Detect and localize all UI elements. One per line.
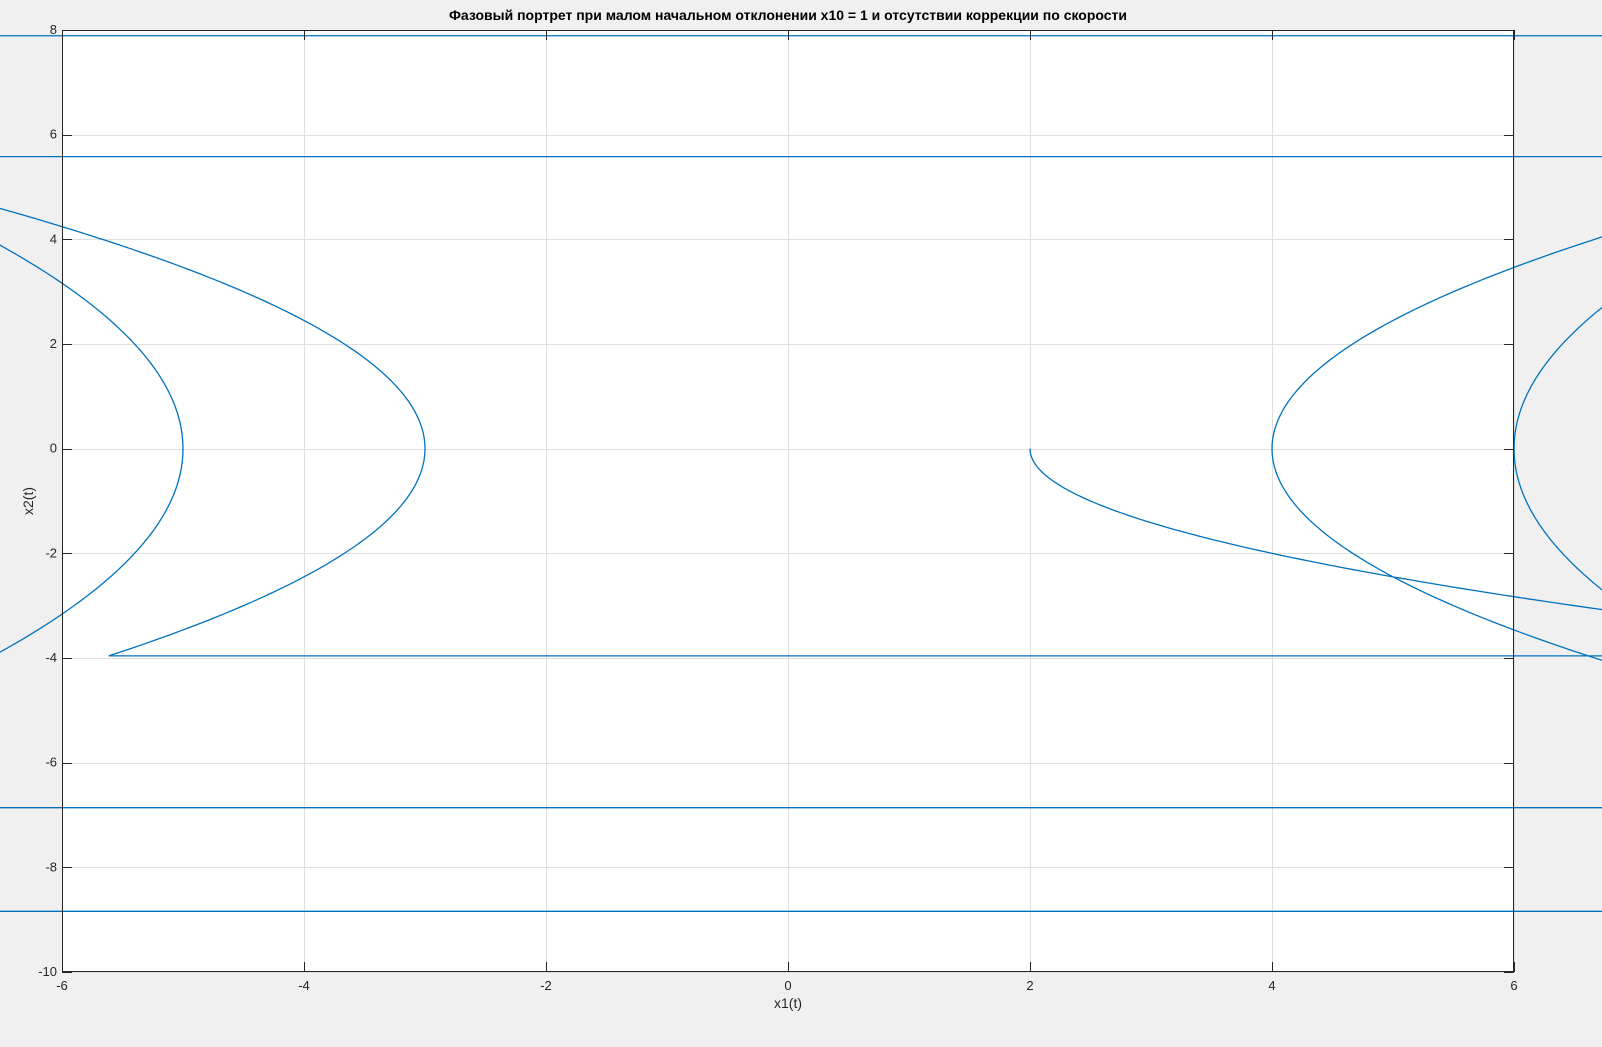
x-tick-label: 2 bbox=[1026, 978, 1033, 993]
y-tick-label: -8 bbox=[45, 859, 57, 874]
chart-title: Фазовый портрет при малом начальном откл… bbox=[449, 7, 1127, 23]
y-tick-label: -6 bbox=[45, 755, 57, 770]
x-axis-label: x1(t) bbox=[774, 995, 802, 1011]
figure-window: -6 -4 -2 0 2 4 6 -10 -8 -6 -4 -2 0 2 4 6 8 Фазовый портр… bbox=[0, 0, 1602, 1047]
y-tick-label: 4 bbox=[50, 231, 57, 246]
y-tick-label: 6 bbox=[50, 127, 57, 142]
x-tick-label: 4 bbox=[1268, 978, 1275, 993]
x-tick-label: -6 bbox=[56, 978, 68, 993]
y-tick-label: 8 bbox=[50, 22, 57, 37]
y-tick-label: 2 bbox=[50, 336, 57, 351]
y-axis-label: x2(t) bbox=[20, 487, 36, 515]
x-tick-label: 6 bbox=[1510, 978, 1517, 993]
x-tick-label: -2 bbox=[540, 978, 552, 993]
y-tick-label: -4 bbox=[45, 650, 57, 665]
y-tick-label: 0 bbox=[50, 441, 57, 456]
x-tick-label: 0 bbox=[784, 978, 791, 993]
y-tick-label: -10 bbox=[38, 964, 57, 979]
phase-portrait-chart: -6 -4 -2 0 2 4 6 -10 -8 -6 -4 -2 0 2 4 6 8 Фазовый портр… bbox=[0, 7, 1602, 1011]
x-tick-label: -4 bbox=[298, 978, 310, 993]
y-tick-label: -2 bbox=[45, 545, 57, 560]
